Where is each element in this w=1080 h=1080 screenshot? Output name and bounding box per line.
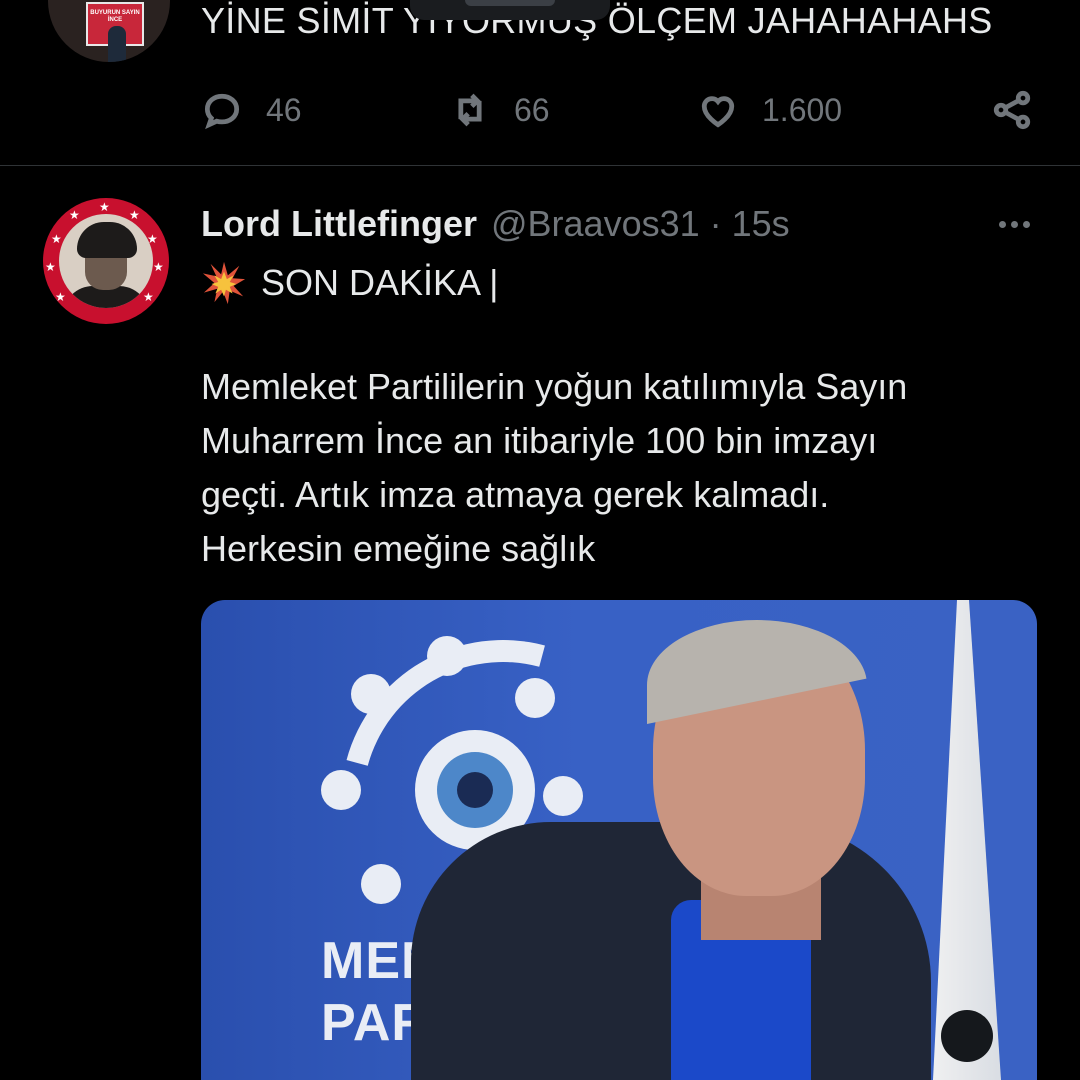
retweet-button[interactable]: 66: [448, 80, 550, 140]
star-icon: ★: [55, 290, 66, 304]
tweet-headline: SON DAKİKA |: [201, 260, 498, 306]
star-icon: ★: [129, 208, 140, 222]
share-button[interactable]: [990, 80, 1034, 140]
tweet-actions: 46 66 1.600: [200, 80, 1040, 140]
user-handle[interactable]: @Braavos31: [491, 203, 700, 245]
star-icon: ★: [45, 260, 56, 274]
tweet-body-line: geçti. Artık imza atmaya gerek kalmadı.: [201, 474, 830, 515]
like-icon: [701, 96, 735, 128]
separator: ·: [709, 203, 722, 244]
tweet-header: Lord Littlefinger @Braavos31 · 15s: [201, 200, 790, 248]
like-count: 1.600: [762, 91, 843, 128]
retweet-icon: [458, 93, 482, 127]
avatar[interactable]: BUYURUN SAYIN İNCE: [48, 0, 170, 62]
timestamp[interactable]: 15s: [732, 203, 790, 245]
media-overlay: [410, 0, 610, 20]
avatar-figure: [108, 26, 126, 62]
collision-icon: [202, 261, 246, 305]
star-icon: ★: [99, 200, 110, 214]
avatar-sign-text: BUYURUN SAYIN İNCE: [90, 10, 140, 23]
star-icon: ★: [153, 260, 164, 274]
reply-button[interactable]: 46: [200, 80, 302, 140]
flag: [933, 600, 1001, 1080]
star-icon: ★: [69, 208, 80, 222]
share-icon: [993, 90, 1031, 130]
avatar-portrait: [59, 214, 153, 308]
tweet-body-line: Memleket Partililerin yoğun katılımıyla …: [201, 366, 908, 407]
tweet-media-image[interactable]: MEMLEKET PARTİSİ: [201, 600, 1037, 1080]
more-options-icon[interactable]: [992, 206, 1036, 242]
avatar[interactable]: ★ ★ ★ ★ ★ ★ ★ ★ ★: [43, 198, 169, 324]
reply-icon: [204, 93, 240, 130]
tweet-body-line: Muharrem İnce an itibariyle 100 bin imza…: [201, 420, 878, 461]
microphone-icon: [941, 1010, 993, 1062]
reply-count: 46: [266, 91, 302, 128]
tweet-body: Memleket Partililerin yoğun katılımıyla …: [201, 360, 1021, 576]
previous-tweet[interactable]: BUYURUN SAYIN İNCE YİNE SİMİT YİYORMUŞ Ö…: [0, 0, 1080, 165]
display-name[interactable]: Lord Littlefinger: [201, 203, 477, 245]
star-icon: ★: [51, 232, 62, 246]
retweet-count: 66: [514, 91, 550, 128]
like-button[interactable]: 1.600: [696, 80, 842, 140]
headline-text: SON DAKİKA |: [261, 262, 499, 303]
divider: [0, 165, 1080, 166]
tweet-body-line: Herkesin emeğine sağlık: [201, 528, 596, 569]
